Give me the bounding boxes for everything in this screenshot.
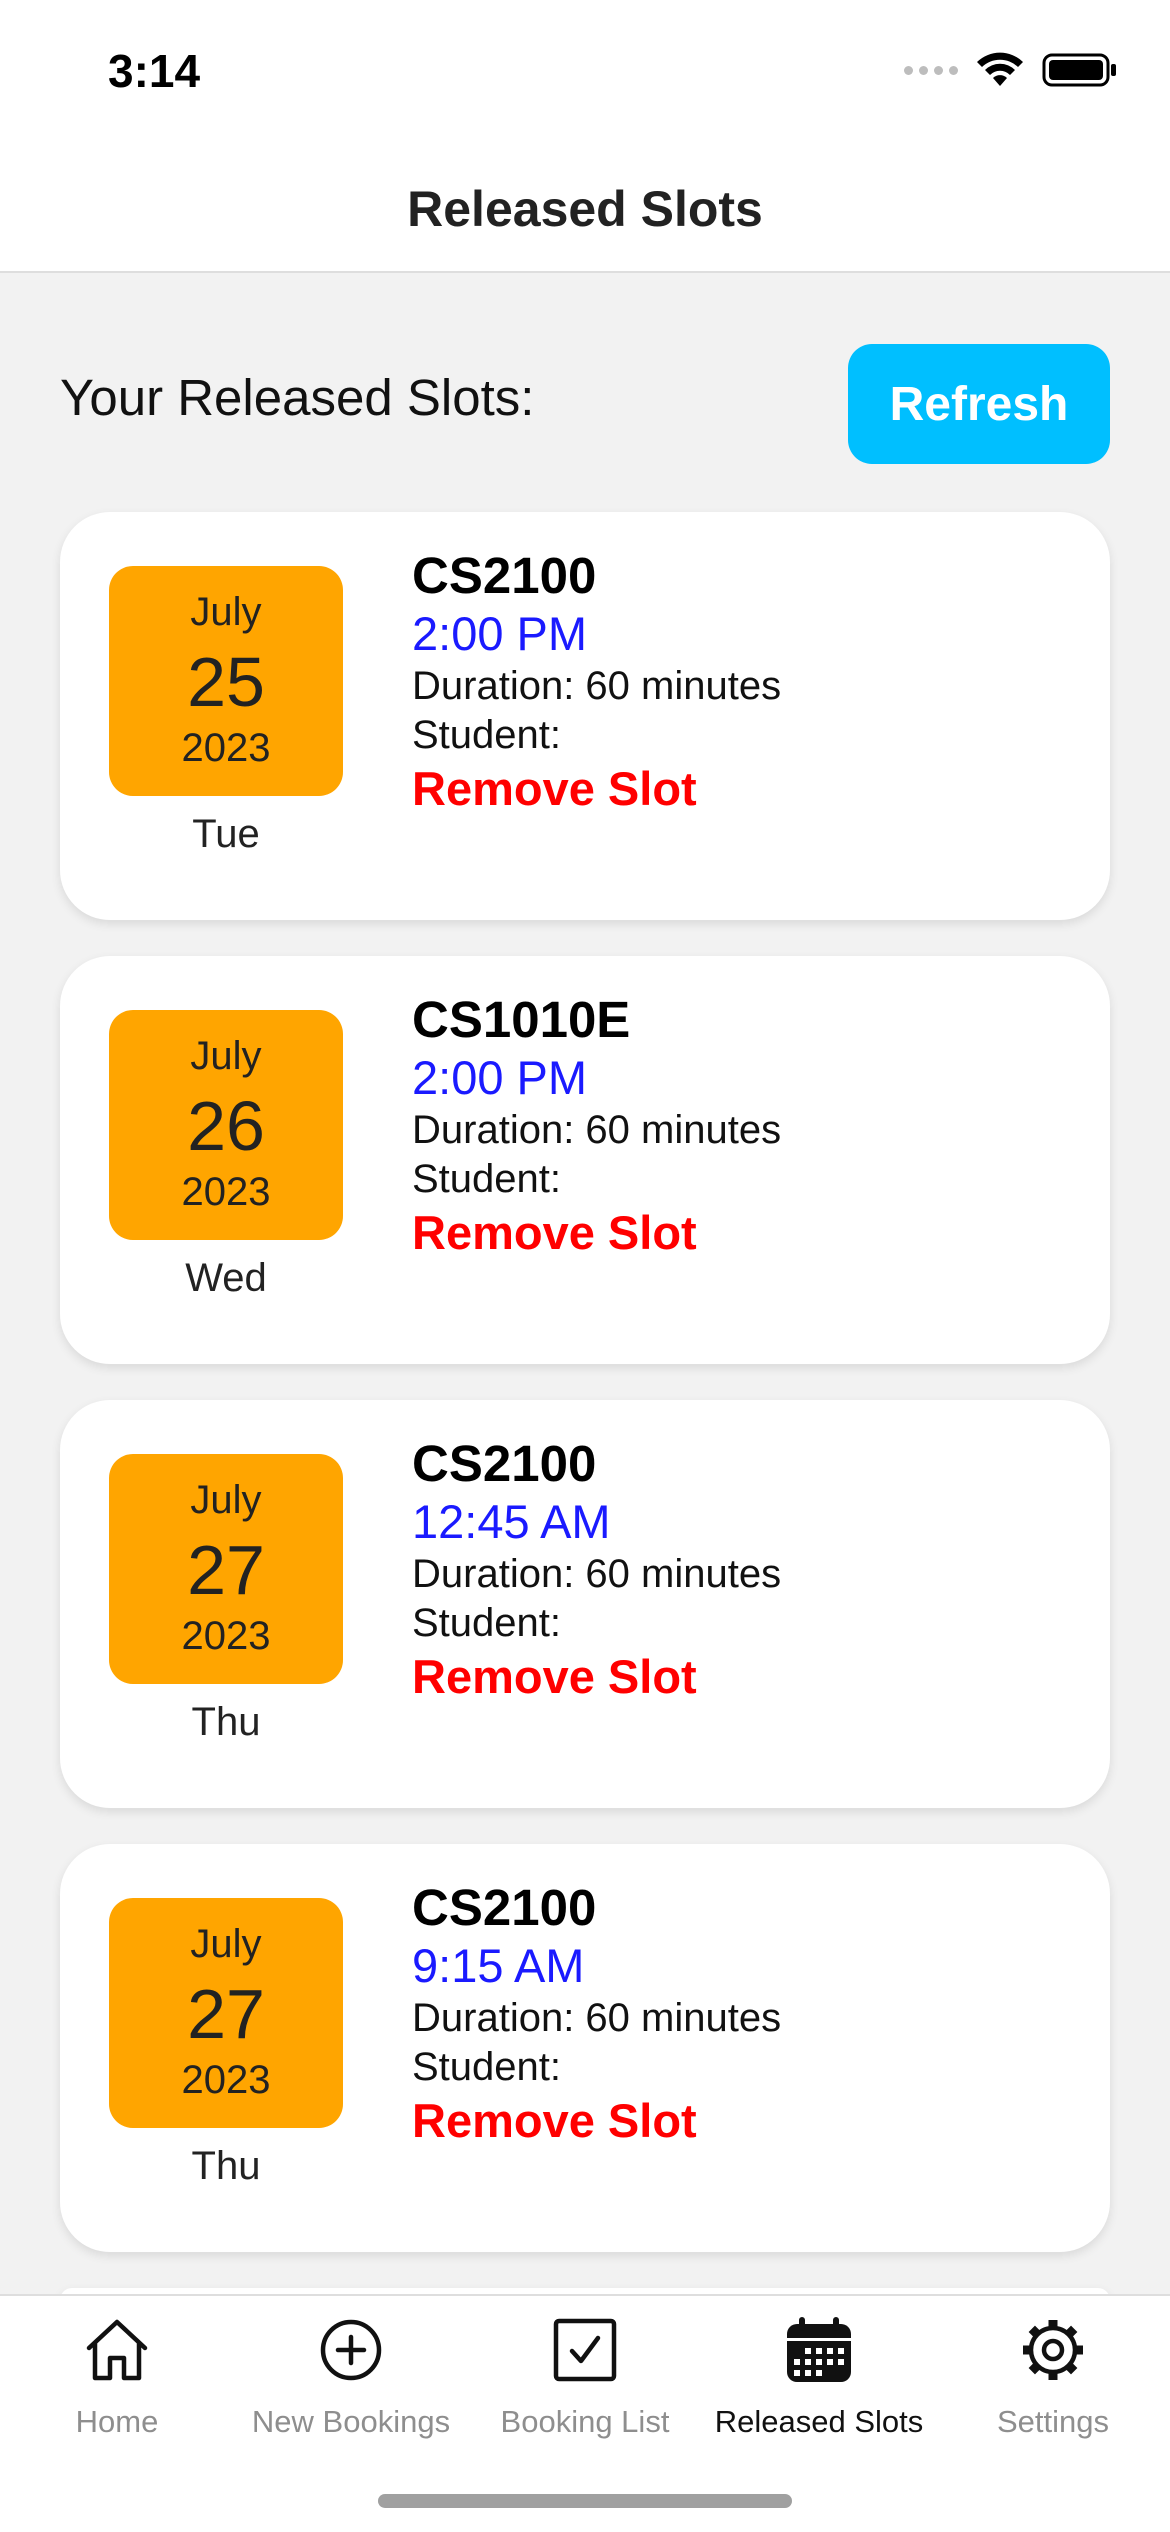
date-month: July — [190, 1478, 262, 1522]
date-year: 2023 — [181, 2058, 271, 2102]
slot-duration: Duration: 60 minutes — [412, 664, 782, 708]
slot-card: July 27 2023 Thu CS2100 12:45 AM Duratio… — [60, 1400, 1110, 1808]
slot-card: July 25 2023 Tue CS2100 2:00 PM Duration… — [60, 512, 1110, 920]
date-weekday: Tue — [192, 812, 260, 856]
plus-circle-icon — [320, 2319, 382, 2381]
cellular-signal-icon — [904, 65, 958, 75]
date-month: July — [190, 1922, 262, 1966]
date-tile: July 26 2023 — [109, 1010, 343, 1240]
date-day: 26 — [187, 1087, 265, 1165]
tab-label: Released Slots — [714, 2404, 924, 2439]
tab-label: Home — [75, 2404, 159, 2439]
remove-slot-button[interactable]: Remove Slot — [412, 1204, 781, 1262]
date-weekday: Thu — [191, 1700, 261, 1744]
tab-new-bookings[interactable]: New Bookings — [234, 2314, 468, 2440]
date-weekday: Thu — [191, 2144, 261, 2188]
slot-course: CS2100 — [412, 1879, 597, 1936]
slot-card: July 26 2023 Wed CS1010E 2:00 PM Duratio… — [60, 956, 1110, 1364]
section-heading: Your Released Slots: — [60, 369, 535, 426]
remove-slot-button[interactable]: Remove Slot — [412, 760, 781, 818]
home-indicator — [378, 2494, 792, 2508]
slot-info: CS2100 12:45 AM Duration: 60 minutes Stu… — [412, 1434, 781, 1706]
date-day: 27 — [187, 1531, 265, 1609]
slot-time: 2:00 PM — [412, 607, 588, 660]
date-day: 25 — [187, 643, 265, 721]
remove-slot-button[interactable]: Remove Slot — [412, 2092, 781, 2150]
date-tile: July 27 2023 — [109, 1454, 343, 1684]
date-month: July — [190, 590, 262, 634]
tab-booking-list[interactable]: Booking List — [468, 2314, 702, 2440]
slot-course: CS2100 — [412, 547, 597, 604]
slot-time: 12:45 AM — [412, 1495, 611, 1548]
tab-label: Settings — [996, 2404, 1109, 2439]
page-title: Released Slots — [407, 181, 763, 237]
wifi-icon — [977, 52, 1023, 86]
slot-course: CS2100 — [412, 1435, 597, 1492]
slot-time: 9:15 AM — [412, 1939, 585, 1992]
date-year: 2023 — [181, 1614, 271, 1658]
tab-label: New Bookings — [251, 2404, 451, 2439]
refresh-button[interactable]: Refresh — [848, 344, 1110, 464]
slot-duration: Duration: 60 minutes — [412, 1552, 782, 1596]
date-tile: July 25 2023 — [109, 566, 343, 796]
tab-home[interactable]: Home — [0, 2314, 234, 2440]
slot-student: Student: — [412, 1157, 562, 1201]
slot-course: CS1010E — [412, 991, 631, 1048]
status-icons — [904, 52, 1118, 88]
slot-student: Student: — [412, 2045, 562, 2089]
battery-icon — [1042, 53, 1116, 87]
checkbox-icon — [553, 2318, 617, 2382]
date-year: 2023 — [181, 1170, 271, 1214]
slot-duration: Duration: 60 minutes — [412, 1996, 782, 2040]
slot-list[interactable]: July 25 2023 Tue CS2100 2:00 PM Duration… — [60, 512, 1110, 2300]
remove-slot-button[interactable]: Remove Slot — [412, 1648, 781, 1706]
tab-released-slots[interactable]: Released Slots — [702, 2314, 936, 2440]
status-time: 3:14 — [108, 45, 201, 97]
slot-info: CS2100 2:00 PM Duration: 60 minutes Stud… — [412, 546, 781, 818]
tab-label: Booking List — [500, 2404, 670, 2439]
status-bar: 3:14 — [0, 0, 1170, 150]
date-year: 2023 — [181, 726, 271, 770]
slot-student: Student: — [412, 713, 562, 757]
slot-duration: Duration: 60 minutes — [412, 1108, 782, 1152]
nav-header: Released Slots — [0, 150, 1170, 273]
slot-info: CS2100 9:15 AM Duration: 60 minutes Stud… — [412, 1878, 781, 2150]
tab-settings[interactable]: Settings — [936, 2314, 1170, 2440]
calendar-icon — [787, 2317, 851, 2382]
date-weekday: Wed — [185, 1256, 267, 1300]
date-day: 27 — [187, 1975, 265, 2053]
slot-info: CS1010E 2:00 PM Duration: 60 minutes Stu… — [412, 990, 781, 1262]
home-icon — [86, 2319, 148, 2381]
date-tile: July 27 2023 — [109, 1898, 343, 2128]
slot-time: 2:00 PM — [412, 1051, 588, 1104]
date-month: July — [190, 1034, 262, 1078]
slot-card: July 27 2023 Thu CS2100 9:15 AM Duration… — [60, 1844, 1110, 2252]
slot-student: Student: — [412, 1601, 562, 1645]
gear-icon — [1023, 2320, 1083, 2380]
